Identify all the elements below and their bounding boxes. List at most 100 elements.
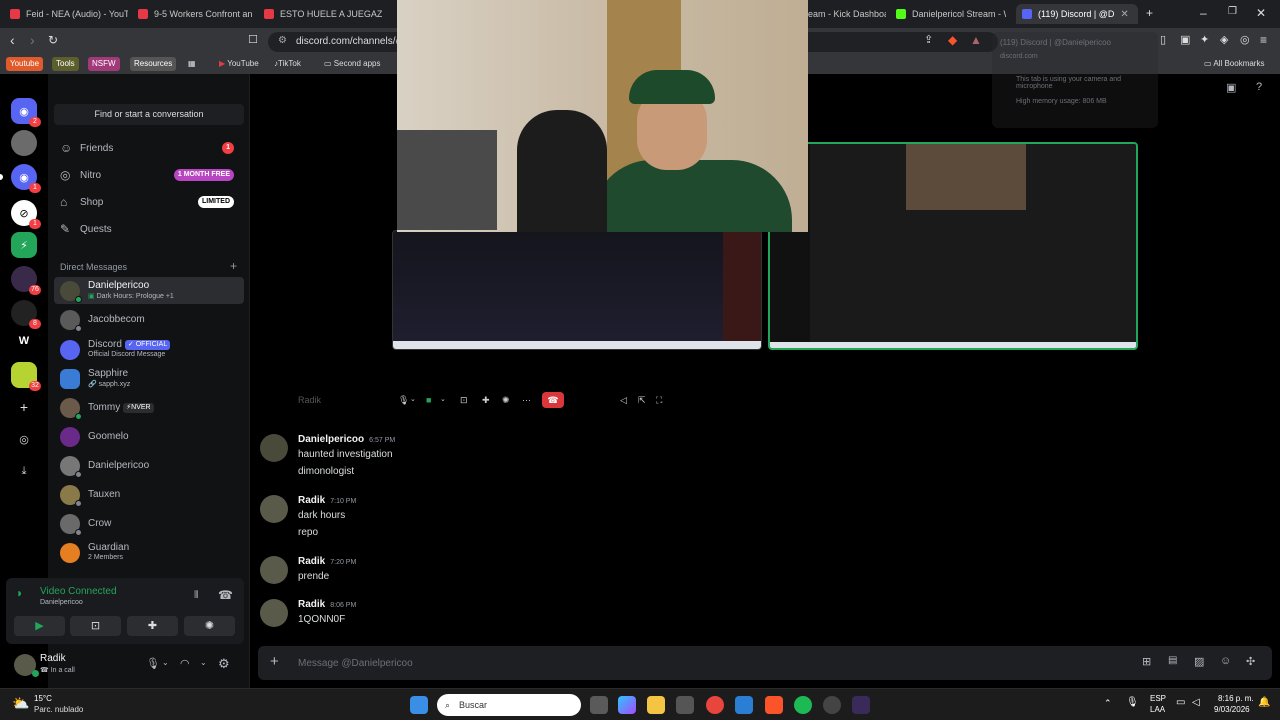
sticker-icon[interactable]: ▨ [1194, 655, 1204, 668]
site-info-icon[interactable]: ⚙ [278, 35, 287, 46]
wallet-icon[interactable]: ◎ [1240, 33, 1250, 46]
chevron-down-icon[interactable]: ⌄ [200, 658, 207, 667]
fullscreen-icon[interactable]: ⛶ [656, 395, 662, 406]
explore-icon[interactable]: ◎ [11, 426, 37, 452]
disconnect-icon[interactable]: ☎ [218, 588, 233, 602]
dm-item[interactable]: Guardian 2 Members [54, 539, 244, 566]
dm-item[interactable]: Danielpericoo ▣ Dark Hours: Prologue +1 [54, 277, 244, 304]
soundboard-icon[interactable]: ✺ [502, 395, 510, 406]
inbox-icon[interactable]: ▣ [1226, 81, 1236, 94]
bookmark-folder[interactable]: Resources [130, 57, 177, 71]
sidebar-icon[interactable]: ▯ [1160, 33, 1166, 46]
message-author[interactable]: Radik 7:20 PM [298, 556, 356, 567]
noise-suppression-icon[interactable]: ⦀ [194, 590, 198, 601]
rewards-icon[interactable]: ▲ [970, 33, 982, 47]
weather-temp[interactable]: 15°C [34, 694, 52, 703]
help-icon[interactable]: ? [1256, 81, 1262, 93]
browser-tab[interactable]: 9-5 Workers Confront an [138, 4, 254, 24]
voice-status[interactable]: Video Connected [40, 586, 117, 597]
weather-icon[interactable]: ⛅ [12, 695, 29, 712]
dm-item[interactable]: Sapphire 🔗 sapph.xyz [54, 365, 244, 392]
dm-item[interactable]: Crow [54, 510, 244, 537]
chrome-icon[interactable] [706, 696, 724, 714]
browser-tab-active[interactable]: (119) Discord | @D ✕ [1016, 4, 1138, 24]
clock-time[interactable]: 8:16 p. m. [1218, 694, 1254, 703]
nav-nitro[interactable]: ◎ Nitro 1 MONTH FREE [54, 163, 244, 187]
dm-item[interactable]: Danielpericoo [54, 452, 244, 479]
bookmark-link[interactable]: ▶ YouTube [215, 57, 263, 71]
all-bookmarks[interactable]: ▭ All Bookmarks [1200, 57, 1268, 71]
bookmark-link[interactable]: ♪TikTok [270, 57, 305, 71]
activities-button[interactable]: ✚ [127, 616, 178, 636]
server-icon[interactable] [11, 130, 37, 156]
popout-icon[interactable]: ⇱ [638, 395, 646, 406]
camera-button[interactable]: ▶ [14, 616, 65, 636]
bookmark-folder[interactable]: NSFW [88, 57, 120, 71]
message-author[interactable]: Radik 8:06 PM [298, 599, 356, 610]
screen-share-icon[interactable]: ⊡ [460, 395, 468, 406]
mail-icon[interactable] [735, 696, 753, 714]
reload-icon[interactable]: ↻ [48, 33, 58, 47]
task-view-icon[interactable] [590, 696, 608, 714]
brave-shield-icon[interactable]: ◆ [948, 33, 957, 47]
avatar[interactable] [260, 495, 288, 523]
dm-item[interactable]: Goomelo [54, 423, 244, 450]
weather-desc[interactable]: Parc. nublado [34, 705, 83, 714]
screen-share-button[interactable]: ⊡ [70, 616, 121, 636]
nav-quests[interactable]: ✎ Quests [54, 217, 244, 241]
obs-icon[interactable] [823, 696, 841, 714]
create-dm-icon[interactable]: + [230, 259, 237, 273]
clock-date[interactable]: 9/03/2026 [1214, 705, 1250, 714]
brave-icon[interactable] [765, 696, 783, 714]
browser-tab[interactable]: Danielpericol Stream - Wa [896, 4, 1006, 24]
store-icon[interactable] [676, 696, 694, 714]
taskbar-search[interactable]: ⌕ Buscar [437, 694, 581, 716]
forward-icon[interactable]: › [30, 32, 35, 48]
dm-item[interactable]: Jacobbecom [54, 306, 244, 333]
extensions-icon[interactable]: ✦ [1200, 33, 1209, 46]
avatar[interactable] [260, 599, 288, 627]
avatar[interactable] [260, 556, 288, 584]
emoji-icon[interactable]: ☺ [1220, 655, 1231, 667]
attach-plus-icon[interactable]: + [270, 653, 279, 670]
find-conversation-button[interactable]: Find or start a conversation [54, 104, 244, 125]
back-icon[interactable]: ‹ [10, 32, 15, 48]
menu-icon[interactable]: ≡ [1260, 33, 1267, 47]
voice-channel[interactable]: Danielpericoo [40, 599, 83, 606]
server-icon-w[interactable]: W [11, 328, 37, 354]
dm-item[interactable]: Tauxen [54, 481, 244, 508]
dm-item[interactable]: Discord ✓ OFFICIAL Official Discord Messa… [54, 336, 244, 363]
gif-icon[interactable]: ▤ [1168, 655, 1177, 666]
nav-shop[interactable]: ⌂ Shop LIMITED [54, 190, 244, 214]
apps-icon[interactable]: ✣ [1246, 655, 1255, 668]
volume-icon[interactable]: ◁ [1192, 697, 1200, 708]
spotify-icon[interactable] [794, 696, 812, 714]
microphone-icon[interactable]: 🎙 [1126, 697, 1139, 708]
screen-share-tile-active[interactable] [768, 142, 1138, 350]
chevron-up-icon[interactable]: ⌃ [1104, 698, 1112, 709]
volume-icon[interactable]: ◁ [620, 395, 627, 406]
app-icon[interactable] [852, 696, 870, 714]
headphones-icon[interactable]: ◠ [180, 657, 190, 670]
file-explorer-icon[interactable] [647, 696, 665, 714]
chevron-down-icon[interactable]: ⌄ [440, 395, 446, 403]
discord-home-icon[interactable]: ◉ 2 [11, 98, 41, 127]
tab-search-icon[interactable]: ▣ [1180, 33, 1190, 46]
bookmark-folder[interactable]: Tools [52, 57, 79, 71]
bookmark-folder[interactable]: ▭ Second apps [320, 57, 385, 71]
maximize-icon[interactable]: ❐ [1228, 6, 1237, 17]
camera-video-feed[interactable] [397, 0, 808, 232]
close-tab-icon[interactable]: ✕ [1120, 9, 1128, 20]
server-icon[interactable]: ⊘ 1 [11, 200, 41, 229]
windows-start-icon[interactable] [410, 696, 428, 714]
bookmark-folder[interactable]: Youtube [6, 57, 44, 71]
add-server-icon[interactable]: + [11, 394, 37, 420]
microphone-icon[interactable]: 🎙 [398, 395, 409, 406]
browser-tab[interactable]: ESTO HUELE A JUEGAZO !! [264, 4, 382, 24]
share-icon[interactable]: ⇪ [924, 33, 933, 46]
download-icon[interactable]: ⤓ [11, 458, 37, 484]
microphone-icon[interactable]: 🎙 [146, 657, 160, 670]
activities-icon[interactable]: ✚ [482, 395, 490, 406]
avatar[interactable] [260, 434, 288, 462]
close-window-icon[interactable]: ✕ [1256, 6, 1266, 20]
